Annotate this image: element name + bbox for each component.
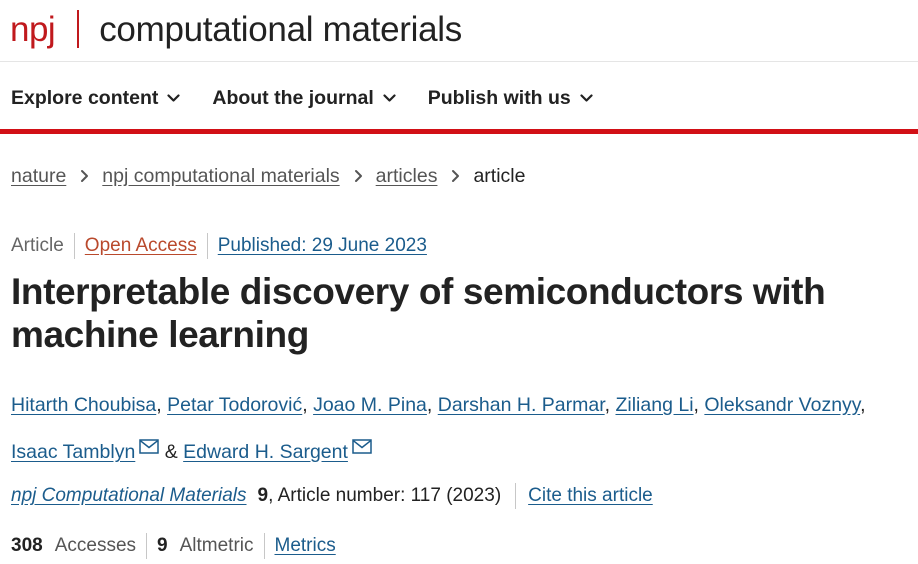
logo-journal-name: computational materials bbox=[99, 9, 462, 49]
meta-divider bbox=[73, 233, 75, 259]
nav-accent-bar bbox=[0, 129, 918, 134]
journal-logo[interactable]: npj computational materials bbox=[10, 0, 462, 58]
email-icon[interactable] bbox=[139, 427, 160, 470]
breadcrumb-current: article bbox=[473, 164, 526, 187]
journal-volume: 9 bbox=[257, 485, 269, 506]
author-link[interactable]: Petar Todorović bbox=[167, 394, 302, 416]
author-separator: , bbox=[156, 394, 162, 416]
article-meta: Article Open Access Published: 29 June 2… bbox=[11, 232, 427, 260]
journal-citation: npj Computational Materials 9, Article n… bbox=[11, 482, 653, 510]
logo-npj: npj bbox=[10, 9, 56, 49]
journal-article-number: , Article number: 117 (2023) bbox=[268, 485, 502, 506]
metrics-divider bbox=[263, 533, 265, 559]
author-separator: , bbox=[604, 394, 611, 416]
nav-about-the-journal[interactable]: About the journal bbox=[212, 86, 396, 110]
author-separator: , bbox=[302, 394, 308, 416]
article-type: Article bbox=[11, 235, 64, 256]
author-link[interactable]: Darshan H. Parmar bbox=[438, 394, 605, 416]
altmetric-label: Altmetric bbox=[179, 535, 254, 556]
open-access-link[interactable]: Open Access bbox=[85, 235, 197, 257]
nav-label: Explore content bbox=[11, 86, 159, 109]
author-separator: , bbox=[860, 394, 866, 416]
journal-name-link[interactable]: npj Computational Materials bbox=[11, 485, 247, 507]
nav-explore-content[interactable]: Explore content bbox=[11, 87, 180, 110]
metrics-divider bbox=[146, 533, 148, 559]
author-link[interactable]: Ziliang Li bbox=[615, 394, 693, 416]
published-date-link[interactable]: Published: 29 June 2023 bbox=[218, 235, 427, 257]
accesses-count: 308 bbox=[11, 535, 43, 556]
metrics-link[interactable]: Metrics bbox=[275, 535, 336, 557]
author-link[interactable]: Isaac Tamblyn bbox=[11, 441, 135, 463]
email-icon[interactable] bbox=[352, 427, 372, 470]
chevron-right-icon bbox=[451, 169, 460, 183]
header-divider bbox=[0, 61, 918, 62]
author-separator: , bbox=[426, 394, 433, 416]
citation-divider bbox=[515, 483, 517, 509]
nav-label: About the journal bbox=[212, 86, 374, 109]
author-list: Hitarth Choubisa, Petar Todorović, Joao … bbox=[11, 384, 916, 474]
article-title-line-2: machine learning bbox=[11, 314, 309, 355]
article-title: Interpretable discovery of semiconductor… bbox=[11, 270, 891, 356]
author-link[interactable]: Joao M. Pina bbox=[313, 394, 427, 416]
chevron-right-icon bbox=[80, 169, 89, 183]
chevron-down-icon bbox=[383, 93, 396, 103]
author-and: & bbox=[164, 441, 178, 463]
accesses-label: Accesses bbox=[54, 535, 137, 556]
nav-label: Publish with us bbox=[427, 86, 571, 109]
author-link[interactable]: Oleksandr Voznyy bbox=[704, 394, 860, 416]
meta-divider bbox=[206, 233, 208, 259]
author-link[interactable]: Edward H. Sargent bbox=[183, 441, 348, 463]
main-nav: Explore content About the journal Publis… bbox=[11, 84, 625, 112]
chevron-down-icon bbox=[580, 93, 593, 103]
chevron-down-icon bbox=[167, 93, 180, 103]
logo-divider bbox=[77, 10, 80, 48]
breadcrumb-npj-computational-materials[interactable]: npj computational materials bbox=[102, 165, 339, 188]
author-link[interactable]: Hitarth Choubisa bbox=[11, 394, 156, 416]
article-title-line-1: Interpretable discovery of semiconductor… bbox=[11, 271, 826, 312]
chevron-right-icon bbox=[354, 169, 363, 183]
nav-publish-with-us[interactable]: Publish with us bbox=[428, 87, 593, 110]
breadcrumb-articles[interactable]: articles bbox=[376, 165, 438, 188]
altmetric-count: 9 bbox=[157, 535, 168, 556]
breadcrumb: nature npj computational materials artic… bbox=[11, 163, 525, 189]
breadcrumb-nature[interactable]: nature bbox=[11, 165, 66, 188]
cite-this-article-link[interactable]: Cite this article bbox=[528, 485, 653, 507]
article-metrics: 308 Accesses 9 Altmetric Metrics bbox=[11, 532, 336, 560]
author-separator: , bbox=[693, 394, 699, 416]
